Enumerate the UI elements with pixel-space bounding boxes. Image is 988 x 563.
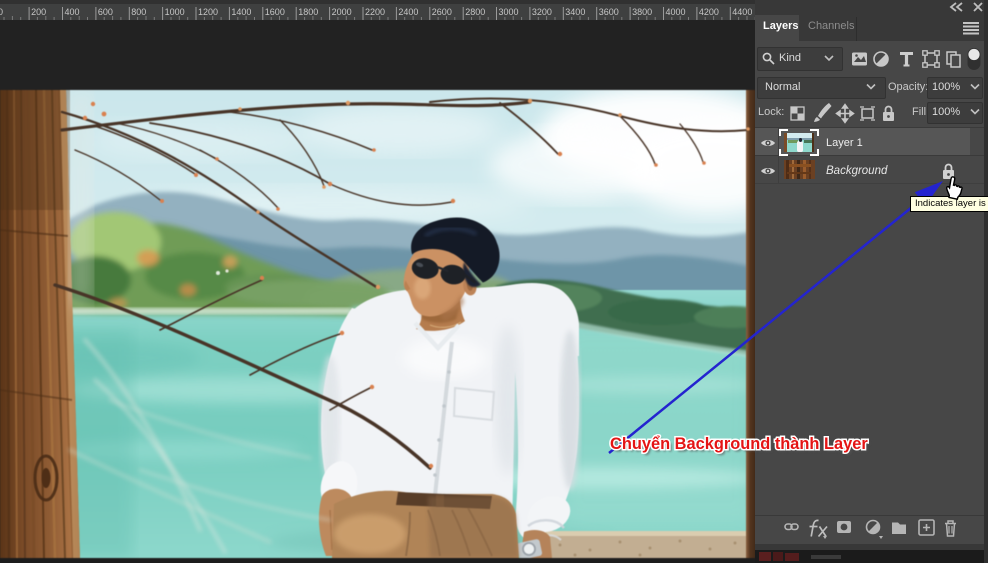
svg-text:Chuyển Background thành Layer: Chuyển Background thành Layer (610, 435, 868, 453)
